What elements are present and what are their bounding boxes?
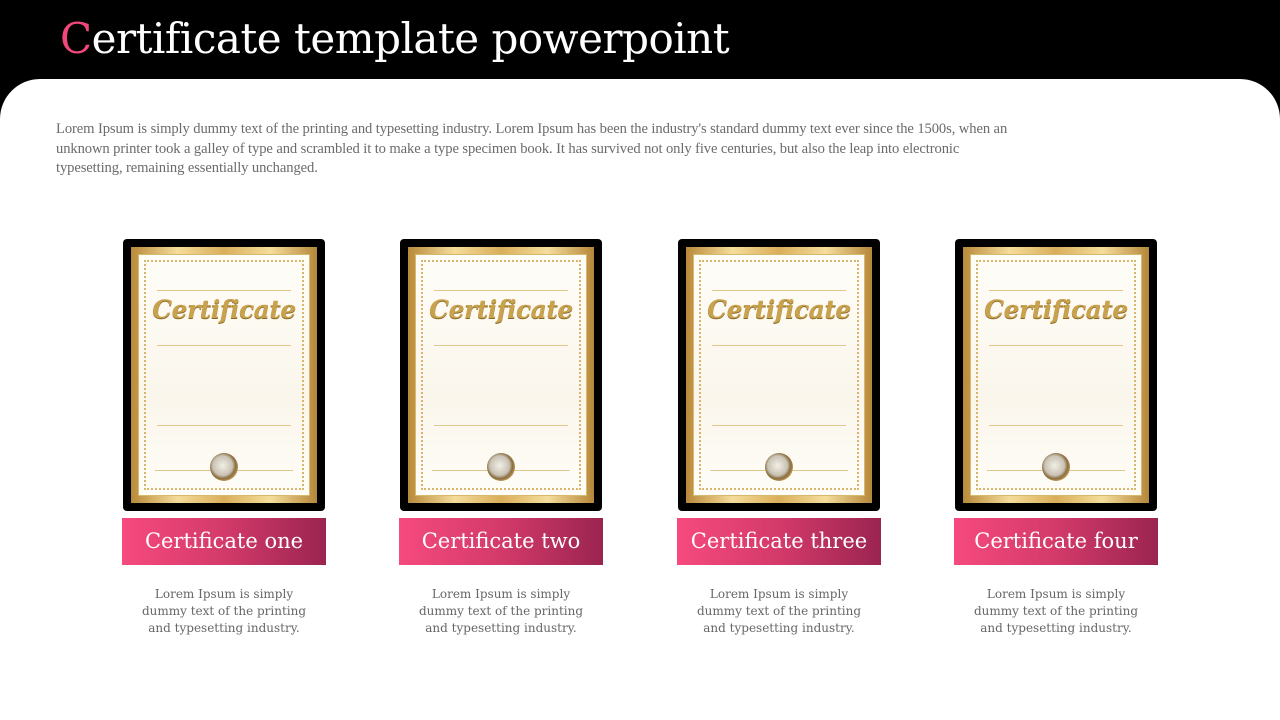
- certificate-heading: Certificate: [429, 295, 573, 324]
- seal-icon: [765, 453, 793, 481]
- certificate-card: Certificate Certificate two Lorem Ipsum …: [399, 239, 603, 637]
- content-panel: Lorem Ipsum is simply dummy text of the …: [0, 79, 1280, 720]
- slide-title: Certificate template powerpoint: [60, 14, 730, 63]
- certificate-heading: Certificate: [984, 295, 1128, 324]
- seal-icon: [210, 453, 238, 481]
- intro-paragraph: Lorem Ipsum is simply dummy text of the …: [56, 121, 1008, 176]
- certificate-card: Certificate Certificate one Lorem Ipsum …: [122, 239, 326, 637]
- certificate-image: Certificate: [123, 239, 325, 511]
- certificate-image: Certificate: [955, 239, 1157, 511]
- certificate-label: Certificate four: [954, 518, 1158, 565]
- certificate-card: Certificate Certificate four Lorem Ipsum…: [954, 239, 1158, 637]
- certificate-description: Lorem Ipsum is simply dummy text of the …: [418, 587, 584, 635]
- certificate-label: Certificate two: [399, 518, 603, 565]
- certificate-heading: Certificate: [152, 295, 296, 324]
- certificate-image: Certificate: [678, 239, 880, 511]
- certificate-image: Certificate: [400, 239, 602, 511]
- certificate-label: Certificate one: [122, 518, 326, 565]
- seal-icon: [487, 453, 515, 481]
- certificate-description: Lorem Ipsum is simply dummy text of the …: [973, 587, 1139, 635]
- seal-icon: [1042, 453, 1070, 481]
- certificate-label: Certificate three: [677, 518, 881, 565]
- certificate-card: Certificate Certificate three Lorem Ipsu…: [677, 239, 881, 637]
- certificate-heading: Certificate: [707, 295, 851, 324]
- certificate-description: Lorem Ipsum is simply dummy text of the …: [696, 587, 862, 635]
- title-text: ertificate template powerpoint: [91, 14, 730, 63]
- certificate-description: Lorem Ipsum is simply dummy text of the …: [141, 587, 307, 635]
- title-accent-letter: C: [60, 14, 92, 63]
